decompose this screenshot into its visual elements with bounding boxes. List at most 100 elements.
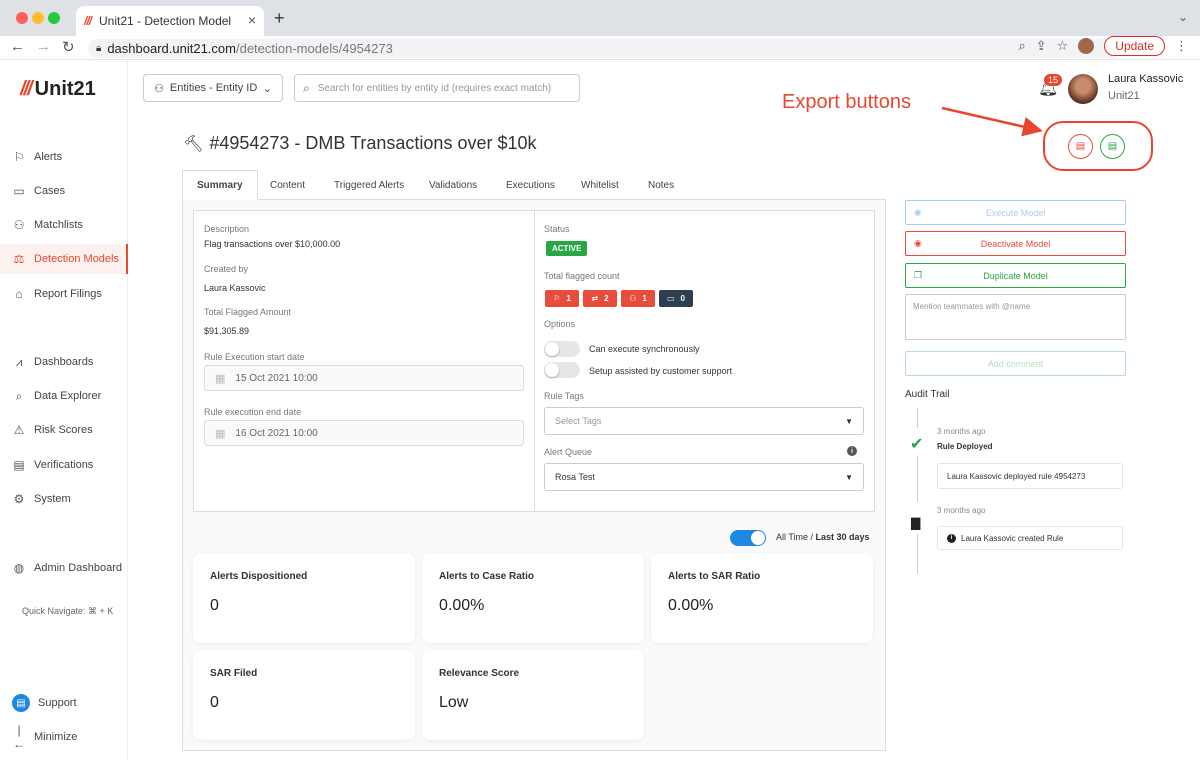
export-pdf-button[interactable]: ▤ [1068, 134, 1093, 159]
flagged-count-transactions[interactable]: ⇄ 2 [583, 290, 617, 307]
tab-notes[interactable]: Notes [648, 170, 674, 200]
minimize-window-icon[interactable] [32, 12, 44, 24]
sidebar-item-alerts[interactable]: ⚐ Alerts [0, 142, 128, 172]
support-chat-icon: ▤ [12, 694, 30, 712]
export-csv-button[interactable]: ▤ [1100, 134, 1125, 159]
forward-icon[interactable]: → [36, 38, 51, 55]
stat-value: 0 [210, 694, 219, 711]
address-bar-row: ← → ↻ 🔒︎ dashboard.unit21.com/detection-… [0, 36, 1200, 60]
tab-executions[interactable]: Executions [506, 170, 555, 200]
sidebar-item-matchlists[interactable]: ⚇ Matchlists [0, 210, 128, 240]
execute-sync-toggle[interactable] [544, 341, 580, 357]
rule-tags-select[interactable]: Select Tags ▼ [544, 407, 864, 435]
pdf-file-icon: ▤ [1075, 141, 1086, 152]
user-name: Laura Kassovic [1108, 73, 1184, 85]
deactivate-model-button[interactable]: ◉ Deactivate Model [905, 231, 1126, 256]
calendar-icon: ▦ [215, 372, 226, 385]
flagged-count-alerts[interactable]: ⚐ 1 [545, 290, 579, 307]
id-card-icon: ▤ [13, 458, 25, 472]
time-range-toggle[interactable] [730, 530, 766, 546]
person-icon: ⚇ [154, 82, 164, 95]
flagged-count-value: 2 [604, 294, 609, 303]
execute-model-button[interactable]: ◉ Execute Model [905, 200, 1126, 225]
unit21-logo-mark-icon: /// [20, 78, 33, 100]
browser-tab[interactable]: /// Unit21 - Detection Model × [76, 6, 264, 36]
time-range-label: All Time / Last 30 days [776, 532, 870, 542]
add-comment-button[interactable]: Add comment [905, 351, 1126, 376]
execute-sync-label: Can execute synchronously [589, 344, 700, 354]
menu-kebab-icon[interactable]: ⋮ [1175, 38, 1188, 54]
status-label: Status [544, 224, 570, 234]
flagged-count-entities[interactable]: ⚇ 1 [621, 290, 655, 307]
zoom-icon[interactable]: ⌕ [1018, 38, 1025, 54]
sidebar-item-label: Matchlists [34, 219, 83, 231]
new-tab-icon[interactable]: + [274, 8, 285, 29]
bookmark-star-icon[interactable]: ☆ [1057, 38, 1069, 54]
tab-triggered-alerts[interactable]: Triggered Alerts [334, 170, 404, 200]
back-icon[interactable]: ← [10, 38, 25, 55]
sidebar-item-dashboards[interactable]: ⩘ Dashboards [0, 347, 128, 377]
end-date-label: Rule execution end date [204, 407, 302, 417]
caret-down-icon: ▼ [845, 472, 853, 482]
entity-type-select[interactable]: ⚇ Entities - Entity ID ⌄ [143, 74, 283, 102]
last-30-days-label: Last 30 days [815, 532, 870, 542]
share-icon[interactable]: ⇪ [1036, 38, 1047, 54]
sidebar-item-data-explorer[interactable]: ⌕ Data Explorer [0, 381, 128, 411]
close-window-icon[interactable] [16, 12, 28, 24]
sidebar-item-report-filings[interactable]: ⌂ Report Filings [0, 279, 128, 309]
mention-textarea[interactable]: Mention teammates with @name [905, 294, 1126, 340]
unit21-logo[interactable]: /// Unit21 [20, 78, 96, 101]
flag-icon: ⚐ [553, 294, 561, 303]
end-date-field[interactable]: ▦ 16 Oct 2021 10:00 [204, 420, 524, 446]
close-tab-icon[interactable]: × [248, 12, 256, 28]
flagged-count-value: 1 [566, 294, 571, 303]
sidebar-item-risk-scores[interactable]: ⚠ Risk Scores [0, 415, 128, 445]
start-date-field[interactable]: ▦ 15 Oct 2021 10:00 [204, 365, 524, 391]
maximize-window-icon[interactable] [48, 12, 60, 24]
sidebar-item-minimize[interactable]: |← Minimize [0, 722, 128, 752]
alert-queue-select[interactable]: Rosa Test ▼ [544, 463, 864, 491]
search-list-icon: ⌕ [15, 388, 23, 403]
lock-icon: 🔒︎ [96, 43, 102, 54]
audit-trail-title: Audit Trail [905, 389, 950, 400]
reload-icon[interactable]: ↻ [62, 38, 75, 56]
stat-value: 0.00% [439, 597, 485, 614]
profile-avatar-icon[interactable] [1078, 38, 1095, 54]
tab-summary[interactable]: Summary [182, 170, 258, 200]
chevron-down-icon[interactable]: ⌄ [1178, 10, 1188, 24]
annotation-label: Export buttons [782, 91, 911, 113]
total-flagged-amount-label: Total Flagged Amount [204, 307, 292, 317]
flagged-count-instruments[interactable]: ▭ 0 [659, 290, 693, 307]
timeline-line [917, 456, 918, 502]
browser-tab-title: Unit21 - Detection Model [99, 14, 232, 28]
sidebar-item-admin-dashboard[interactable]: ◍ Admin Dashboard [0, 553, 128, 583]
entity-search-input[interactable]: ⌕ Search for entities by entity id (requ… [294, 74, 580, 102]
avatar[interactable] [1068, 74, 1098, 104]
warning-icon: ⚠ [13, 423, 25, 437]
tab-whitelist[interactable]: Whitelist [581, 170, 619, 200]
audit-event-card: i Laura Kassovic created Rule [937, 526, 1123, 550]
sidebar-item-detection-models[interactable]: ⚖ Detection Models [0, 244, 128, 274]
annotation-arrow [941, 106, 1043, 137]
caret-down-icon: ▼ [845, 416, 853, 426]
info-icon[interactable]: i [847, 446, 857, 456]
update-button[interactable]: Update [1104, 36, 1165, 56]
customer-support-toggle[interactable] [544, 362, 580, 378]
tab-content[interactable]: Content [270, 170, 305, 200]
sidebar-item-verifications[interactable]: ▤ Verifications [0, 450, 128, 480]
sidebar-item-cases[interactable]: ▭ Cases [0, 176, 128, 206]
url-field[interactable]: 🔒︎ dashboard.unit21.com/detection-models… [88, 39, 1118, 58]
sidebar-item-label: Support [38, 697, 77, 709]
sidebar-item-label: Dashboards [34, 356, 94, 368]
person-icon: ⚇ [629, 294, 637, 303]
duplicate-model-button[interactable]: ❐ Duplicate Model [905, 263, 1126, 288]
customer-support-label: Setup assisted by customer support [589, 366, 733, 376]
stat-label: Alerts Dispositioned [210, 571, 308, 582]
sidebar-item-support[interactable]: ▤ Support [0, 688, 128, 718]
calendar-icon: ▦ [215, 427, 226, 440]
sidebar-item-label: Cases [34, 185, 66, 197]
sidebar-item-system[interactable]: ⚙ System [0, 484, 128, 514]
tab-validations[interactable]: Validations [429, 170, 477, 200]
duplicate-model-label: Duplicate Model [983, 270, 1048, 281]
audit-event-detail: Laura Kassovic created Rule [961, 533, 1064, 543]
